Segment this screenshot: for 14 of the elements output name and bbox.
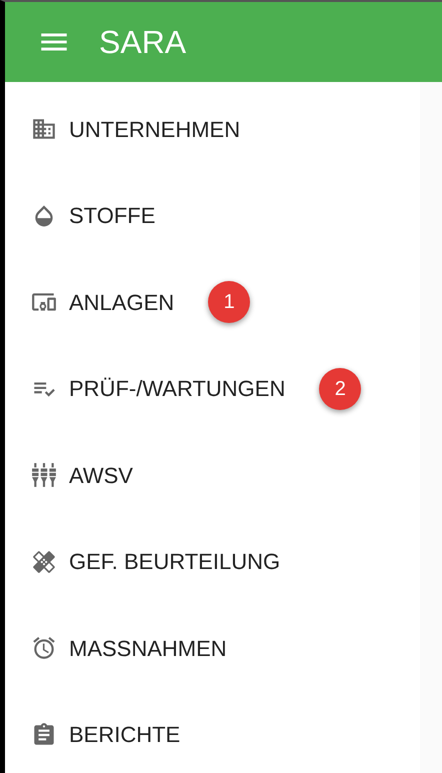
fuses-icon xyxy=(31,462,57,488)
menu-item[interactable]: UNTERNEHMEN xyxy=(5,86,420,172)
menu-item[interactable]: GEF. BEURTEILUNG xyxy=(5,518,420,605)
count-badge: 1 xyxy=(208,281,250,324)
menu-item[interactable]: BERICHTE xyxy=(5,692,420,773)
menu-item[interactable]: ANLAGEN 1 xyxy=(5,259,420,346)
bandage-icon xyxy=(31,548,57,575)
alarm-clock-icon xyxy=(31,635,57,662)
app-title: SARA xyxy=(99,23,186,62)
count-badge: 2 xyxy=(319,368,362,410)
menu-item[interactable]: STOFFE xyxy=(5,172,420,259)
menu-item[interactable]: MASSNAHMEN xyxy=(5,605,420,692)
menu-item[interactable]: PRÜF-/WARTUNGEN 2 xyxy=(5,346,420,432)
menu-item[interactable]: AWSV xyxy=(5,432,420,518)
